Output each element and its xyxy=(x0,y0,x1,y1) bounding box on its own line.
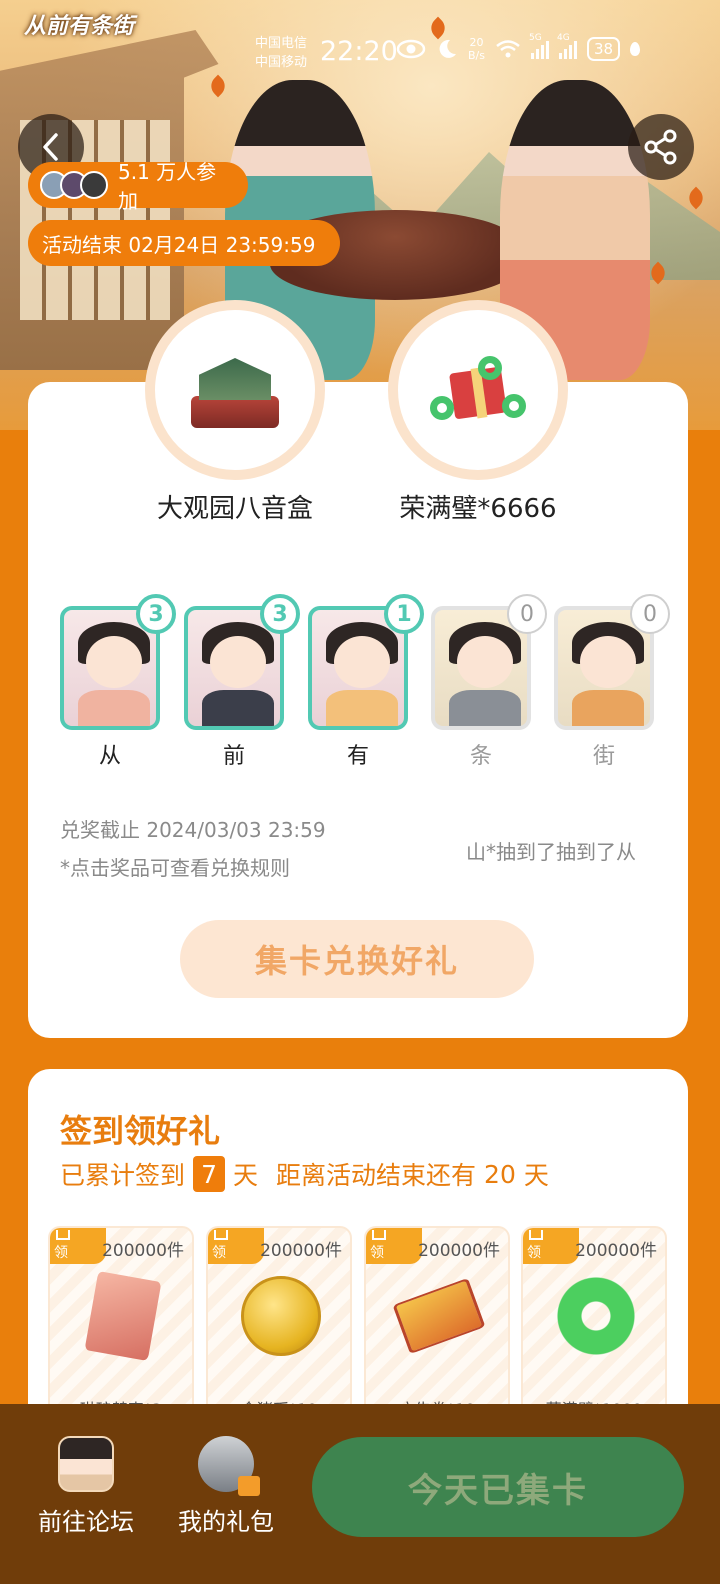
chevron-left-icon xyxy=(43,133,58,161)
net-speed-unit: B/s xyxy=(468,49,485,62)
carrier-names: 中国电信 中国移动 xyxy=(255,34,307,72)
char-label: 从 xyxy=(98,744,121,769)
reward-item[interactable]: 领 200000件 荣满璧*1000 xyxy=(521,1226,667,1416)
participants-badge: 5.1 万人参加 xyxy=(28,160,248,213)
reward-item[interactable]: 领 200000件 广告券*10 xyxy=(364,1226,510,1416)
checkin-prefix: 已累计签到 xyxy=(60,1161,186,1190)
collected-today-button[interactable]: 今天已集卡 xyxy=(312,1437,684,1537)
prize-music-box[interactable] xyxy=(145,300,325,480)
my-gifts-tab[interactable]: 我的礼包 xyxy=(166,1436,286,1537)
network-type-2: 4G xyxy=(556,33,570,43)
claim-tag: 领 xyxy=(523,1228,579,1264)
char-label: 有 xyxy=(346,744,369,769)
remaining-unit: 天 xyxy=(523,1161,549,1190)
voucher-icon xyxy=(392,1277,486,1355)
forum-label: 前往论坛 xyxy=(38,1508,134,1536)
forum-tab[interactable]: 前往论坛 xyxy=(26,1436,146,1537)
net-speed: 20 B/s xyxy=(468,36,485,62)
share-button[interactable] xyxy=(628,114,694,180)
card-count-badge: 3 xyxy=(260,594,300,634)
remaining-prefix: 距离活动结束还有 xyxy=(276,1161,477,1190)
checkin-day-unit: 天 xyxy=(233,1161,259,1190)
net-speed-value: 20 xyxy=(469,36,484,49)
jade-gift-box-icon xyxy=(428,350,528,430)
card-count-badge: 1 xyxy=(384,594,424,634)
draw-ticker: 山*抽到了抽到了从 xyxy=(466,840,636,864)
network-type-1: 5G xyxy=(528,33,542,43)
ticket-icon xyxy=(84,1271,162,1361)
event-end-badge: 活动结束 02月24日 23:59:59 xyxy=(28,220,340,266)
participants-count: 5.1 万人参加 xyxy=(118,160,217,213)
participant-avatars xyxy=(40,171,108,199)
gifts-label: 我的礼包 xyxy=(178,1508,274,1536)
checkin-days: 7 xyxy=(193,1156,226,1192)
status-icons: 20 B/s 5G 4G 38 xyxy=(396,33,641,62)
carrier-2: 中国移动 xyxy=(255,55,308,70)
card-count-badge: 0 xyxy=(630,594,670,634)
music-box-icon xyxy=(185,350,285,430)
checkin-stats: 已累计签到 7 天 距离活动结束还有 20 天 xyxy=(60,1156,549,1192)
event-end-text: 活动结束 02月24日 23:59:59 xyxy=(42,232,316,257)
moon-icon xyxy=(439,39,456,58)
status-time: 22:20 xyxy=(320,36,398,67)
drop-icon xyxy=(630,42,641,56)
reward-item[interactable]: 领 200000件 金猪币*10 xyxy=(206,1226,352,1416)
battery-icon: 38 xyxy=(586,37,621,61)
reward-stock: 200000件 xyxy=(418,1241,500,1261)
char-label: 街 xyxy=(592,744,615,769)
char-card-cong[interactable]: 3 xyxy=(60,594,176,730)
prize-name[interactable]: 荣满璧*6666 xyxy=(358,488,598,525)
char-label: 前 xyxy=(222,744,245,769)
char-card-jie[interactable]: 0 xyxy=(554,594,670,730)
rules-hint: *点击奖品可查看兑换规则 xyxy=(60,856,290,880)
prize-name[interactable]: 大观园八音盒 xyxy=(115,488,355,525)
collect-exchange-button[interactable]: 集卡兑换好礼 xyxy=(180,920,534,998)
char-card-you[interactable]: 1 xyxy=(308,594,424,730)
reward-stock: 200000件 xyxy=(575,1241,657,1261)
jade-icon xyxy=(556,1276,636,1356)
gold-coin-icon xyxy=(241,1276,321,1356)
claim-tag: 领 xyxy=(366,1228,422,1264)
char-card-tiao[interactable]: 0 xyxy=(431,594,547,730)
avatar xyxy=(80,171,108,199)
reward-stock: 200000件 xyxy=(260,1241,342,1261)
prize-jade-gift-box[interactable] xyxy=(388,300,568,480)
app-logo: 从前有条街 xyxy=(24,14,135,39)
eye-icon xyxy=(396,39,426,59)
carrier-1: 中国电信 xyxy=(255,36,308,51)
claim-tag: 领 xyxy=(50,1228,106,1264)
card-count-badge: 0 xyxy=(507,594,547,634)
share-icon xyxy=(644,129,677,165)
reward-item[interactable]: 领 200000件 琳琅禁束*3 xyxy=(48,1226,194,1416)
gift-avatar-icon xyxy=(198,1436,260,1496)
redeem-deadline: 兑奖截止 2024/03/03 23:59 xyxy=(60,818,326,842)
wifi-icon xyxy=(496,40,520,58)
char-card-qian[interactable]: 3 xyxy=(184,594,300,730)
char-label: 条 xyxy=(469,744,492,769)
signal-icon: 5G xyxy=(529,33,549,59)
claim-tag: 领 xyxy=(208,1228,264,1264)
status-bar: 从前有条街 中国电信 中国移动 22:20 20 B/s 5G 4G 38 xyxy=(0,0,720,100)
checkin-title: 签到领好礼 xyxy=(60,1112,221,1150)
reward-stock: 200000件 xyxy=(102,1241,184,1261)
remaining-days: 20 xyxy=(484,1159,516,1189)
forum-avatar-icon xyxy=(58,1436,114,1492)
signal-icon: 4G xyxy=(557,33,577,59)
card-count-badge: 3 xyxy=(136,594,176,634)
